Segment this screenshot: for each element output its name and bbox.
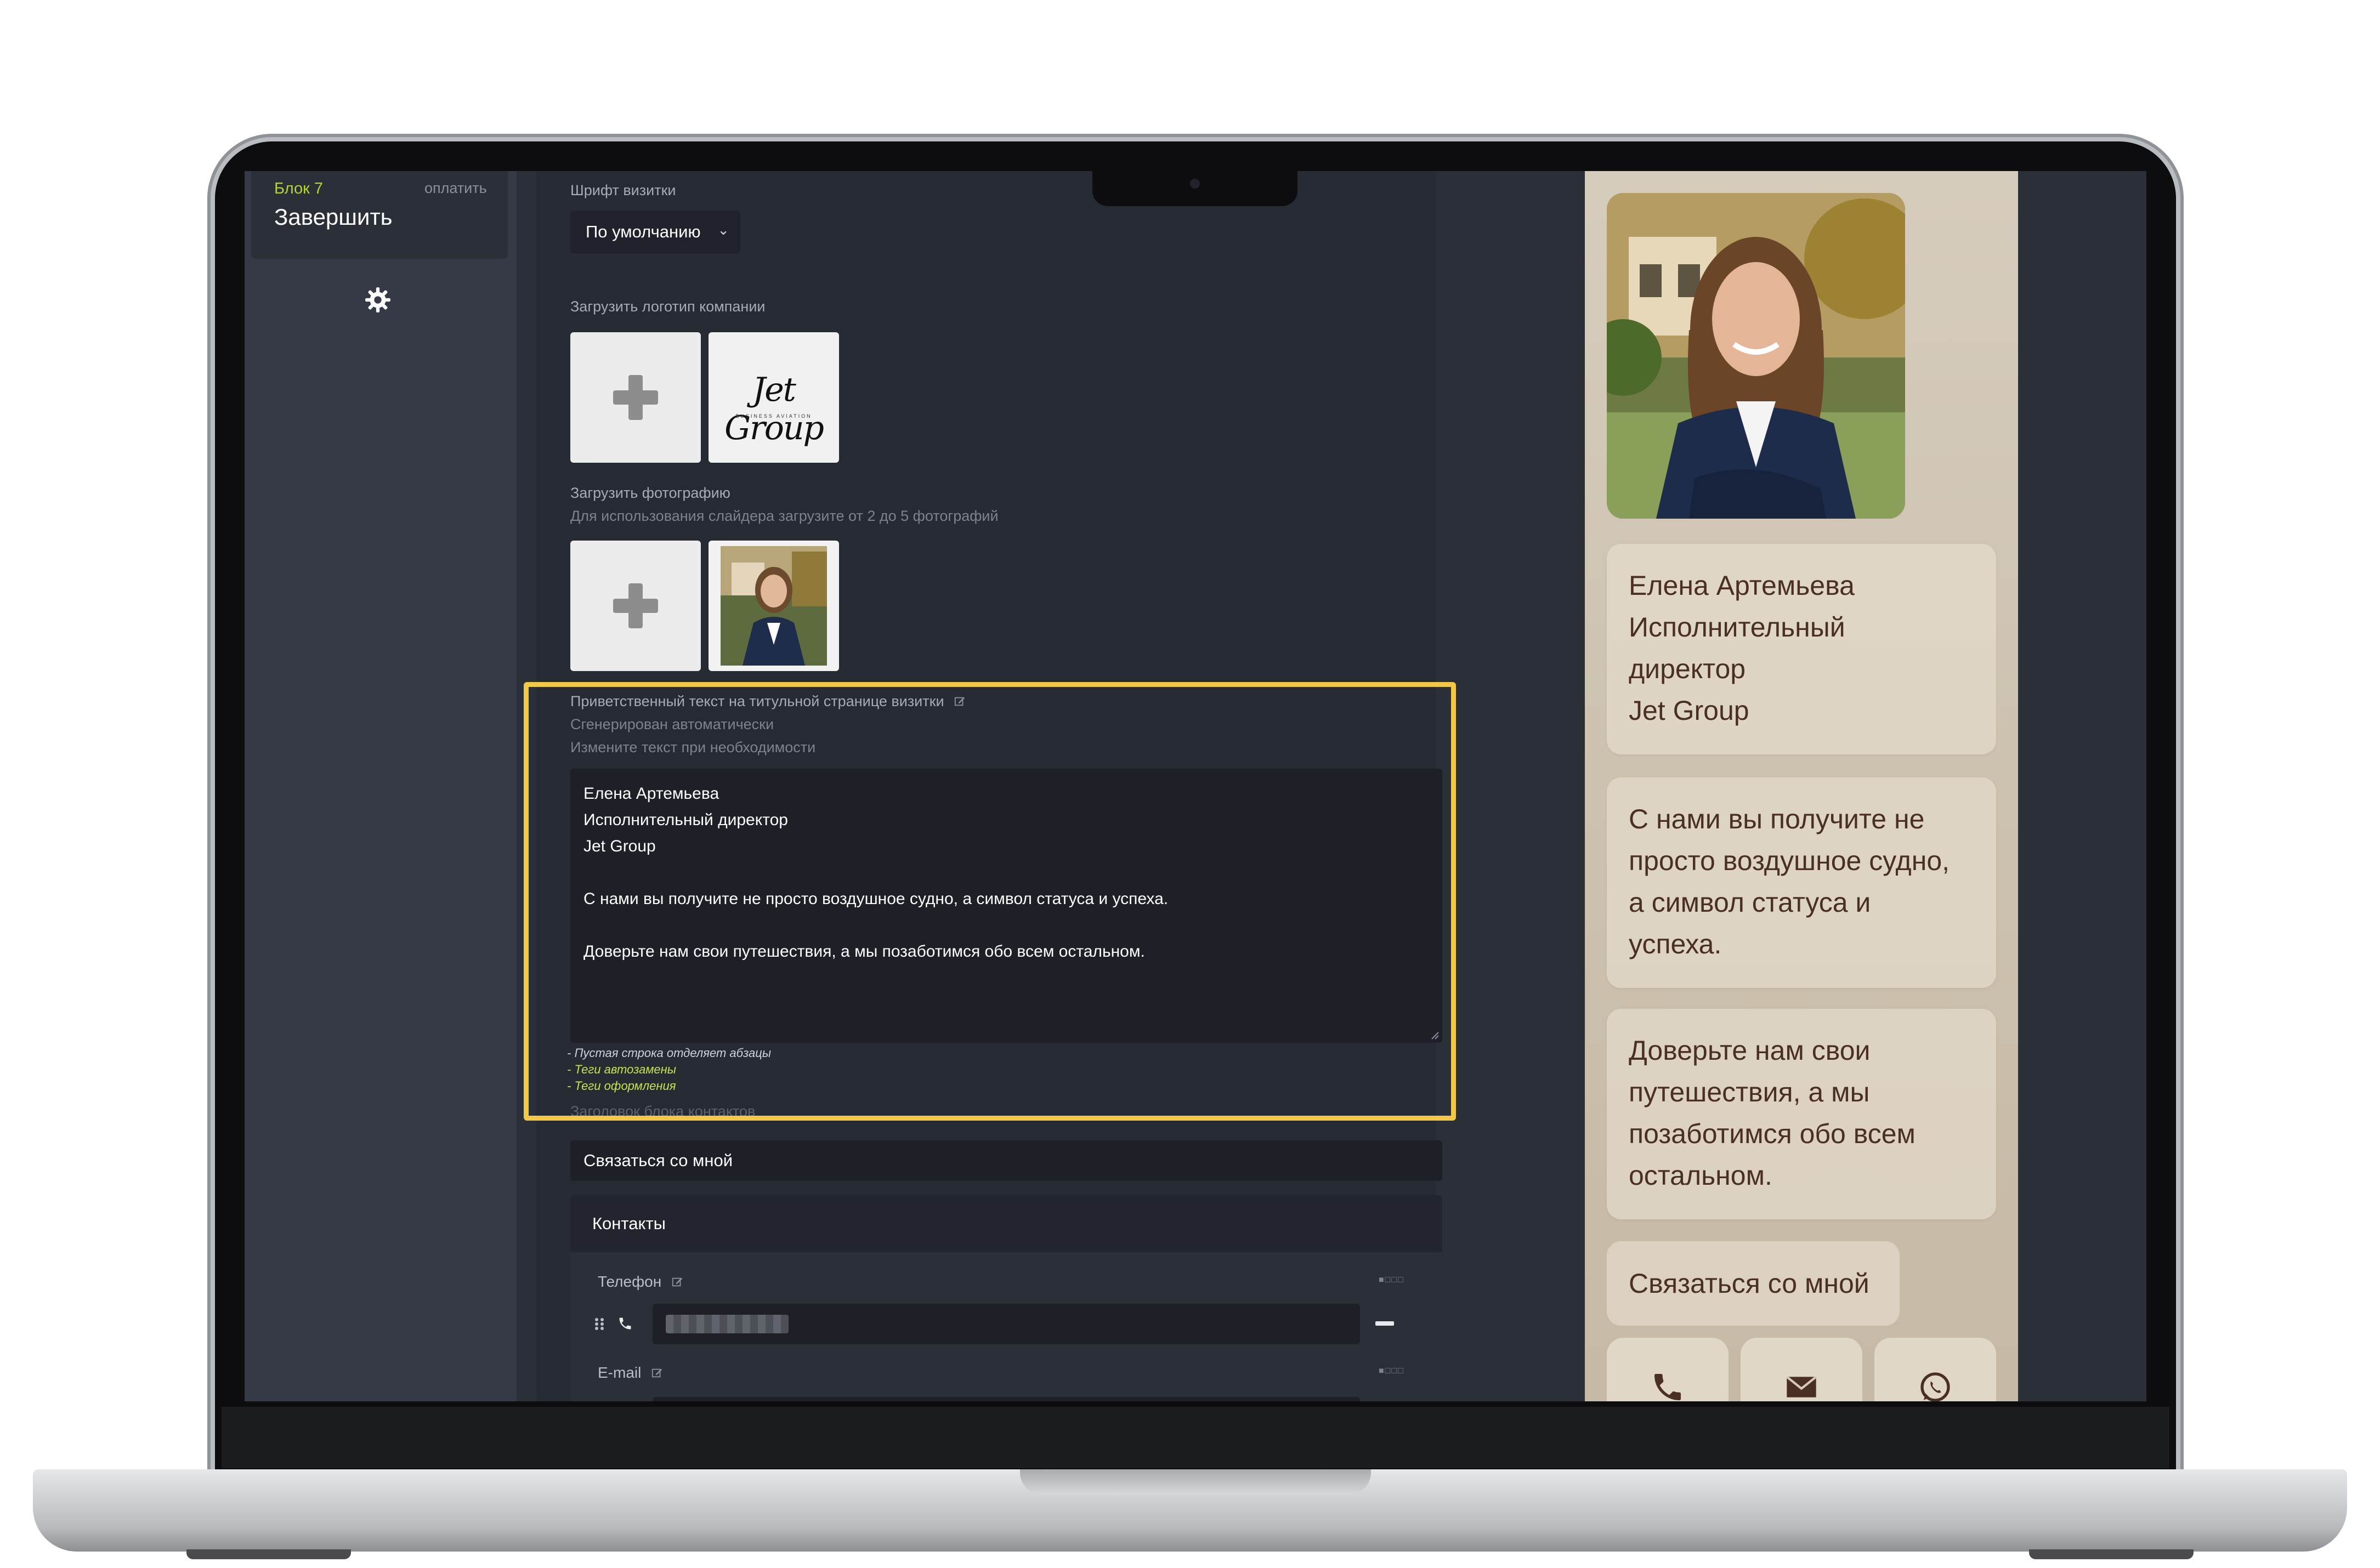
logo-thumbnail[interactable]: Jet Group BUSINESS AVIATION (709, 332, 839, 463)
portrait-photo (1607, 193, 1905, 519)
hint-format-tags[interactable]: - Теги оформления (567, 1079, 676, 1093)
portrait-image (1607, 193, 1905, 519)
email-label: E-mail (598, 1364, 642, 1381)
greeting-label: Приветственный текст на титульной страни… (570, 693, 944, 709)
gear-icon[interactable] (364, 286, 392, 314)
photo-upload-label: Загрузить фотографию (570, 485, 730, 501)
laptop-bezel-bottom (222, 1407, 2169, 1468)
greeting-textarea[interactable]: Елена Артемьева Исполнительный директор … (570, 769, 1442, 1043)
redacted-phone-value (666, 1315, 789, 1333)
hint-autoreplace-tags[interactable]: - Теги автозамены (567, 1063, 676, 1077)
preview-position-line2: директор (1629, 654, 1746, 684)
visibility-toggle-icon[interactable]: ■□□□ (1379, 1275, 1404, 1285)
laptop-foot-right (2029, 1549, 2194, 1559)
add-photo-button[interactable] (570, 541, 701, 671)
preview-position-line1: Исполнительный (1629, 612, 1845, 643)
sidebar: Блок 7 оплатить Завершить (245, 171, 517, 1401)
preview-whatsapp-button[interactable] (1874, 1338, 1996, 1401)
card-preview: Елена Артемьева Исполнительный директор … (1585, 171, 2018, 1401)
photo-upload-hint: Для использования слайдера загрузите от … (570, 508, 999, 524)
preview-paragraph-line: просто воздушное судно, (1629, 845, 1950, 876)
contacts-header[interactable]: Контакты (570, 1195, 1442, 1252)
logo-subtext: BUSINESS AVIATION (735, 413, 812, 419)
phone-icon (619, 1317, 631, 1330)
greeting-label-row: Приветственный текст на титульной страни… (570, 693, 966, 710)
font-label: Шрифт визитки (570, 182, 676, 198)
greeting-line (583, 860, 1429, 886)
remove-contact-icon[interactable] (1375, 1321, 1394, 1326)
phone-label-row: Телефон (598, 1273, 683, 1291)
contacts-title-label: Заголовок блока контактов (570, 1103, 756, 1120)
preview-paragraph-1: С нами вы получите не просто воздушное с… (1607, 777, 1996, 988)
font-select-value: По умолчанию (586, 222, 701, 241)
preview-name: Елена Артемьева (1629, 570, 1855, 601)
preview-company: Jet Group (1629, 695, 1749, 726)
font-select[interactable]: По умолчанию ⌄ (570, 211, 740, 253)
editor-form: Шрифт визитки По умолчанию ⌄ Загрузить л… (536, 171, 1442, 1401)
camera-icon (1190, 179, 1200, 189)
greeting-line: Доверьте нам свои путешествия, а мы поза… (583, 942, 1145, 961)
laptop-opening-notch (1020, 1469, 1371, 1495)
preview-paragraph-line: остальном. (1629, 1160, 1772, 1191)
phone-input[interactable] (653, 1304, 1360, 1344)
preview-contact-button[interactable]: Связаться со мной (1607, 1241, 1900, 1326)
add-logo-button[interactable] (570, 332, 701, 463)
greeting-line: Jet Group (583, 837, 656, 855)
camera-notch (1092, 171, 1297, 206)
preview-paragraph-line: путешествия, а мы (1629, 1077, 1870, 1107)
preview-side-background (2018, 171, 2146, 1401)
block-label: Блок 7 (274, 180, 323, 197)
block-step-card[interactable]: Блок 7 оплатить Завершить (251, 171, 508, 259)
edit-icon[interactable] (954, 695, 966, 707)
phone-label: Телефон (598, 1273, 662, 1290)
preview-paragraph-line: а символ статуса и (1629, 887, 1871, 918)
portrait-thumbnail-image (721, 546, 827, 666)
logo-upload-label: Загрузить логотип компании (570, 298, 766, 315)
email-label-row: E-mail (598, 1364, 663, 1382)
edit-icon[interactable] (671, 1276, 683, 1288)
greeting-edit-note: Измените текст при необходимости (570, 739, 816, 755)
contacts-title-input[interactable]: Связаться со мной (570, 1140, 1442, 1181)
preview-phone-button[interactable] (1607, 1338, 1729, 1401)
pay-link[interactable]: оплатить (424, 180, 487, 197)
laptop-foot-left (186, 1549, 351, 1559)
contacts-title-value: Связаться со мной (583, 1151, 733, 1170)
greeting-line: С нами вы получите не просто воздушное с… (583, 890, 1169, 908)
logo-wordmark: Jet Group (724, 371, 824, 447)
greeting-generated-note: Сгенерирован автоматически (570, 716, 774, 732)
greeting-line: Исполнительный директор (583, 811, 788, 829)
preview-paragraph-line: С нами вы получите не (1629, 804, 1925, 834)
hint-paragraphs: - Пустая строка отделяет абзацы (567, 1046, 772, 1060)
email-input[interactable] (653, 1397, 1360, 1401)
preview-paragraph-line: успеха. (1629, 929, 1722, 959)
plus-icon-bar (613, 390, 658, 405)
contacts-card: Контакты Телефон ■□□□ E-mail ■□□□ (570, 1195, 1442, 1401)
preview-email-button[interactable] (1741, 1338, 1862, 1401)
laptop-screen: Блок 7 оплатить Завершить Шрифт визитки (245, 171, 2146, 1401)
plus-icon-bar (613, 599, 658, 613)
preview-paragraph-line: Доверьте нам свои (1629, 1035, 1871, 1066)
whatsapp-icon (1920, 1372, 1950, 1401)
greeting-line (583, 912, 1429, 939)
drag-handle-icon[interactable] (593, 1317, 605, 1331)
photo-thumbnail[interactable] (709, 541, 839, 671)
preview-paragraph-line: позаботимся обо всем (1629, 1118, 1916, 1149)
greeting-line: Елена Артемьева (583, 785, 719, 803)
preview-paragraph-2: Доверьте нам свои путешествия, а мы поза… (1607, 1009, 1996, 1219)
visibility-toggle-icon[interactable]: ■□□□ (1379, 1366, 1404, 1376)
edit-icon[interactable] (651, 1367, 663, 1379)
resize-grip-icon[interactable] (1429, 1030, 1439, 1039)
editor-panel: Шрифт визитки По умолчанию ⌄ Загрузить л… (517, 171, 1692, 1401)
finish-button[interactable]: Завершить (274, 204, 393, 230)
phone-icon (1654, 1374, 1681, 1400)
preview-name-card: Елена Артемьева Исполнительный директор … (1607, 544, 1996, 754)
chevron-down-icon: ⌄ (717, 221, 729, 238)
envelope-icon (1786, 1376, 1817, 1397)
